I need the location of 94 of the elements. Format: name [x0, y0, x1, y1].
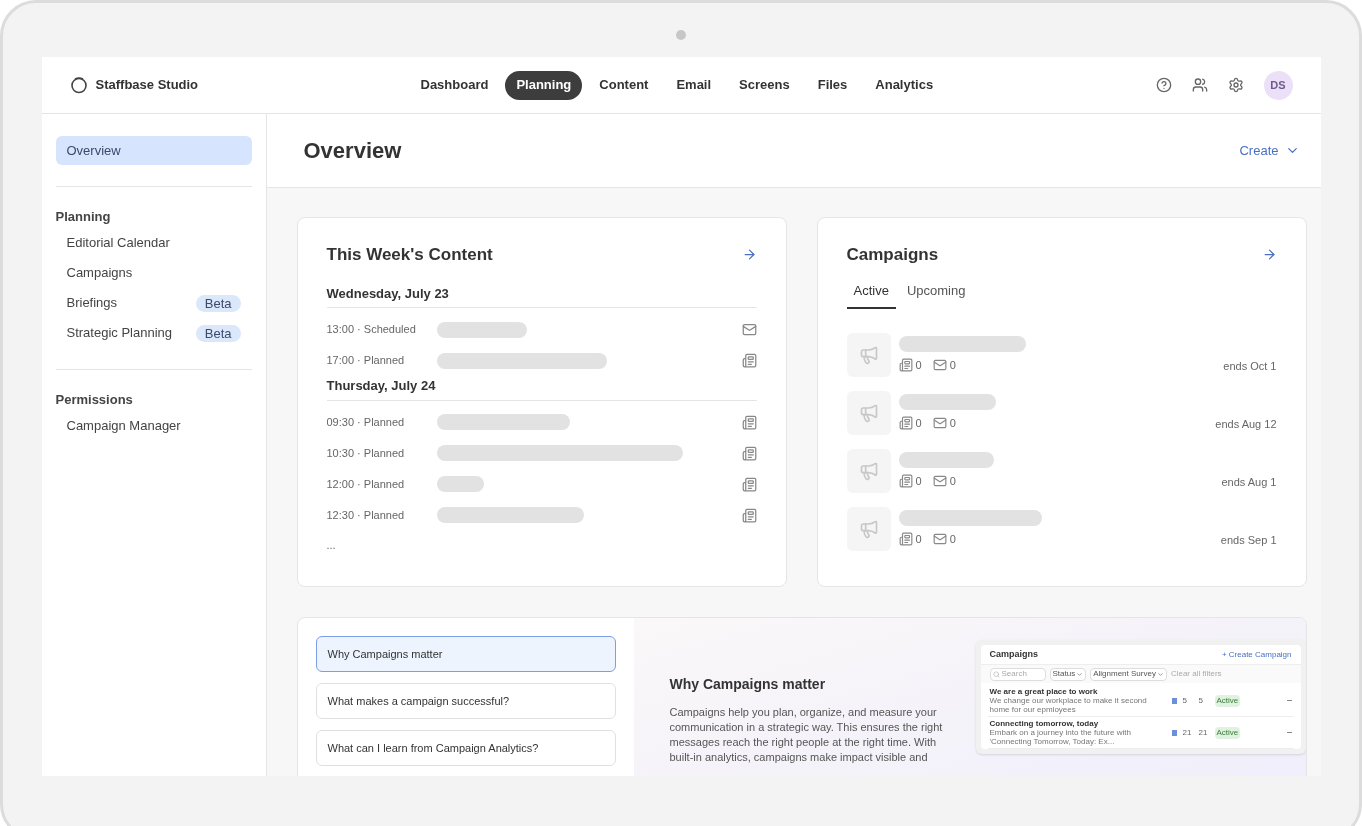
- megaphone-icon: [858, 518, 879, 539]
- preview-status-tag: Active: [1214, 694, 1241, 707]
- info-heading: Why Campaigns matter: [669, 675, 827, 694]
- time-status: 17:00 · Planned: [326, 353, 406, 369]
- preview-article-count: 5: [1198, 694, 1204, 707]
- end-date: ends Oct 1: [1223, 359, 1277, 374]
- help-icon[interactable]: [1155, 77, 1172, 93]
- article-icon: [898, 532, 913, 546]
- beta-badge: Beta: [195, 324, 241, 342]
- preview-email-count: 5: [1182, 694, 1188, 707]
- search-icon: [992, 670, 1000, 678]
- nav-tab[interactable]: Dashboard: [409, 70, 500, 100]
- preview-row-name: Connecting tomorrow, today: [989, 719, 1100, 728]
- arrow-right-icon[interactable]: [741, 247, 757, 263]
- users-icon[interactable]: [1191, 77, 1208, 93]
- settings-icon[interactable]: [1227, 77, 1244, 93]
- article-icon: [741, 414, 757, 430]
- beta-badge: Beta: [195, 294, 241, 312]
- article-count: 0: [915, 473, 922, 489]
- preview-status-tag: Active: [1214, 726, 1241, 739]
- content-placeholder: [436, 476, 484, 492]
- mail-icon: [741, 322, 757, 337]
- sidebar-item[interactable]: Editorial Calendar: [55, 228, 252, 258]
- preview-row-description: Embark on a journey into the future with 'Connecting Tomorrow, Today: Ex...: [989, 728, 1132, 746]
- nav-tab[interactable]: Screens: [728, 70, 801, 100]
- day-heading: Wednesday, July 23: [326, 283, 757, 308]
- megaphone-icon: [858, 402, 879, 423]
- sidebar-item[interactable]: Briefings Beta: [55, 288, 252, 318]
- more-ellipsis: ...: [326, 537, 337, 553]
- sidebar-item[interactable]: Overview: [55, 136, 252, 165]
- end-date: ends Aug 12: [1215, 417, 1277, 432]
- end-date: ends Sep 1: [1220, 533, 1277, 548]
- article-icon: [898, 474, 913, 488]
- nav-tab[interactable]: Files: [806, 70, 859, 100]
- campaign-tab[interactable]: Upcoming: [899, 275, 973, 309]
- question-button[interactable]: What can I learn from Campaign Analytics?: [315, 730, 616, 766]
- article-icon: [898, 358, 913, 372]
- brand-name: Staffbase Studio: [95, 76, 199, 95]
- campaign-tab[interactable]: Active: [846, 275, 896, 309]
- preview-chart-icon: [1171, 697, 1177, 704]
- megaphone-icon: [858, 460, 879, 481]
- article-icon: [898, 416, 913, 430]
- sidebar-item[interactable]: Campaigns: [55, 258, 252, 288]
- preview-filter: Status: [1049, 667, 1087, 681]
- preview-filter: Alignment Survey: [1090, 667, 1167, 681]
- email-count: 0: [949, 357, 956, 373]
- article-icon: [741, 353, 757, 368]
- chevron-down-icon: [1156, 670, 1164, 678]
- preview-row-description: We change our workplace to make it second home for our epmloyees: [989, 696, 1148, 714]
- article-icon: [741, 507, 757, 523]
- mail-icon: [932, 416, 947, 430]
- preview-article-count: 21: [1198, 726, 1209, 739]
- question-button[interactable]: Why Campaigns matter: [315, 636, 616, 672]
- preview-row-name: We are a great place to work: [989, 687, 1099, 696]
- card-title: This Week's Content: [326, 244, 493, 266]
- question-button[interactable]: What makes a campaign successful?: [315, 683, 616, 719]
- nav-tab[interactable]: Planning: [505, 70, 583, 100]
- chevron-down-icon: [1076, 670, 1084, 678]
- preview-email-count: 21: [1182, 726, 1193, 739]
- sidebar-section-title: Permissions: [55, 390, 134, 409]
- nav-tab[interactable]: Email: [665, 70, 723, 100]
- day-heading: Thursday, July 24: [326, 376, 757, 401]
- time-status: 13:00 · Scheduled: [326, 322, 417, 338]
- article-count: 0: [915, 357, 922, 373]
- end-date: ends Aug 1: [1221, 475, 1277, 490]
- article-icon: [741, 445, 757, 461]
- article-count: 0: [915, 415, 922, 431]
- sidebar-section-title: Planning: [55, 208, 112, 226]
- article-count: 0: [915, 531, 922, 547]
- preview-chart-icon: [1171, 729, 1177, 736]
- email-count: 0: [949, 531, 956, 547]
- arrow-right-icon[interactable]: [1261, 247, 1277, 263]
- email-count: 0: [949, 415, 956, 431]
- time-status: 12:30 · Planned: [326, 507, 406, 523]
- mail-icon: [932, 358, 947, 372]
- sidebar-item[interactable]: Strategic Planning Beta: [55, 318, 252, 348]
- email-count: 0: [949, 473, 956, 489]
- user-avatar[interactable]: DS: [1263, 70, 1293, 100]
- nav-tab[interactable]: Analytics: [864, 70, 945, 100]
- logo-icon: [69, 76, 88, 94]
- article-icon: [741, 476, 757, 492]
- mail-icon: [932, 474, 947, 488]
- sidebar-item[interactable]: Campaign Manager: [55, 411, 252, 440]
- create-button[interactable]: Create: [1239, 140, 1300, 161]
- card-title: Campaigns: [846, 244, 939, 266]
- nav-tab[interactable]: Content: [588, 70, 660, 100]
- info-text: Campaigns help you plan, organize, and measure your communication in a strategic way. This ensures the right messages reach the right people at the right time. With built-in analytics, campaigns make impact visible and: [669, 705, 944, 765]
- mail-icon: [932, 532, 947, 546]
- time-status: 12:00 · Planned: [326, 476, 406, 492]
- page-title: Overview: [303, 137, 402, 165]
- preview-title: Campaigns: [989, 647, 1038, 661]
- time-status: 09:30 · Planned: [326, 414, 406, 430]
- time-status: 10:30 · Planned: [326, 445, 406, 461]
- megaphone-icon: [858, 344, 879, 365]
